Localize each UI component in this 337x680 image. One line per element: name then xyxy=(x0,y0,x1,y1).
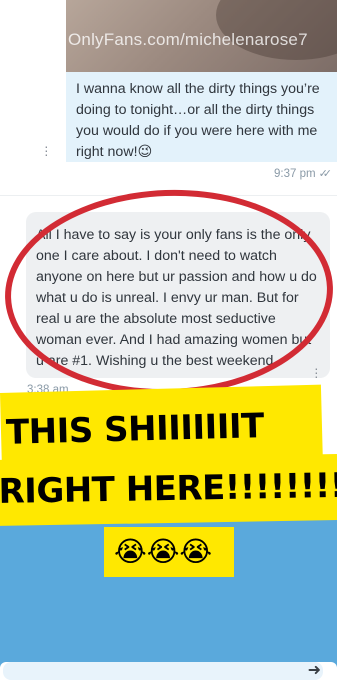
message-input-bar[interactable]: ➜ xyxy=(0,662,337,680)
sent-message-more-icon[interactable]: · · · xyxy=(44,139,50,161)
sent-message-time: 9:37 pm xyxy=(274,168,316,180)
sent-message-bubble[interactable]: I wanna know all the dirty things you’re… xyxy=(66,72,337,162)
photo-watermark: OnlyFans.com/michelenarose7 xyxy=(68,30,308,49)
double-check-icon: ✓✓ xyxy=(318,168,333,180)
crying-emojis: 😭😭😭 xyxy=(104,527,234,577)
received-message-more-icon[interactable]: · · · xyxy=(314,361,320,383)
message-input-field[interactable] xyxy=(3,662,323,680)
sent-message-text: I wanna know all the dirty things you’re… xyxy=(76,81,320,160)
sent-message-time-row: 9:37 pm ✓✓ xyxy=(274,167,333,180)
message-photo[interactable]: OnlyFans.com/michelenarose7 xyxy=(66,0,337,72)
send-arrow-icon[interactable]: ➜ xyxy=(308,660,321,680)
caption-line-1: THIS SHIIIIIIIT xyxy=(0,384,323,463)
caption-line-2: RIGHT HERE!!!!!!!! xyxy=(0,454,337,526)
